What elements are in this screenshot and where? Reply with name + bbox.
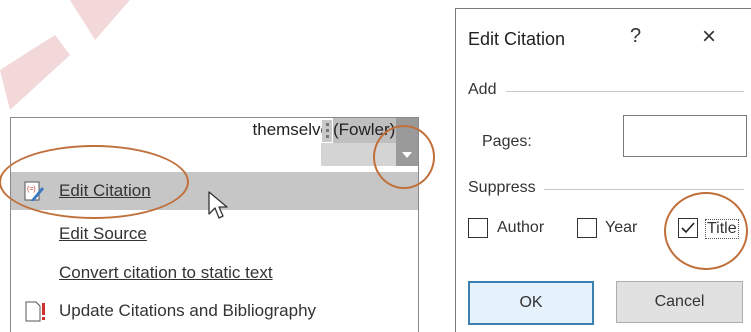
edit-citation-icon: (=) <box>24 181 44 201</box>
mouse-pointer-icon <box>208 191 228 219</box>
svg-text:(=): (=) <box>27 186 36 193</box>
suppress-section-divider <box>544 189 744 190</box>
document-text: themselve <box>252 120 330 139</box>
update-document-icon <box>25 301 45 322</box>
citation-field-lower <box>321 143 396 166</box>
menu-item-label: Convert citation to static text <box>59 263 273 282</box>
suppress-section-label: Suppress <box>468 179 536 196</box>
cancel-button[interactable]: Cancel <box>616 281 743 323</box>
pages-label-text: Pages: <box>482 133 532 150</box>
citation-options-button[interactable] <box>396 118 418 166</box>
citation-text: (Fowler) <box>333 120 396 139</box>
pages-input[interactable] <box>623 115 747 157</box>
citation-handle[interactable] <box>322 120 332 142</box>
dialog-title: Edit Citation <box>468 29 566 49</box>
menu-item-label: Edit Citation <box>59 181 151 200</box>
menu-item-label: Edit Source <box>59 224 147 243</box>
title-label: Title <box>705 219 739 239</box>
author-checkbox[interactable] <box>468 218 488 238</box>
edit-citation-dialog: Edit Citation ? × Add Pages: Suppress Au… <box>455 8 751 332</box>
add-section-label: Add <box>468 81 497 98</box>
year-label: Year <box>605 219 638 236</box>
checkmark-icon <box>681 222 695 234</box>
chevron-down-icon <box>402 152 412 158</box>
close-button[interactable]: × <box>702 23 716 51</box>
add-section-divider <box>506 91 744 92</box>
ok-button[interactable]: OK <box>468 281 594 325</box>
document-line: themselve (Fowler) <box>11 118 418 168</box>
pages-label: Pages: <box>482 133 532 151</box>
menu-item-update-citations[interactable]: Update Citations and Bibliography <box>11 292 418 330</box>
menu-item-label: Update Citations and Bibliography <box>59 301 317 320</box>
year-checkbox[interactable] <box>577 218 597 238</box>
watermark-stroke <box>0 0 130 110</box>
title-checkbox[interactable] <box>678 218 698 238</box>
document-context-menu-panel: themselve (Fowler) (=) Edit Citation Edi… <box>0 117 435 332</box>
help-button[interactable]: ? <box>630 25 641 48</box>
menu-item-edit-source[interactable]: Edit Source <box>11 215 418 253</box>
menu-item-convert-citation[interactable]: Convert citation to static text <box>11 254 418 292</box>
author-label: Author <box>497 219 545 236</box>
